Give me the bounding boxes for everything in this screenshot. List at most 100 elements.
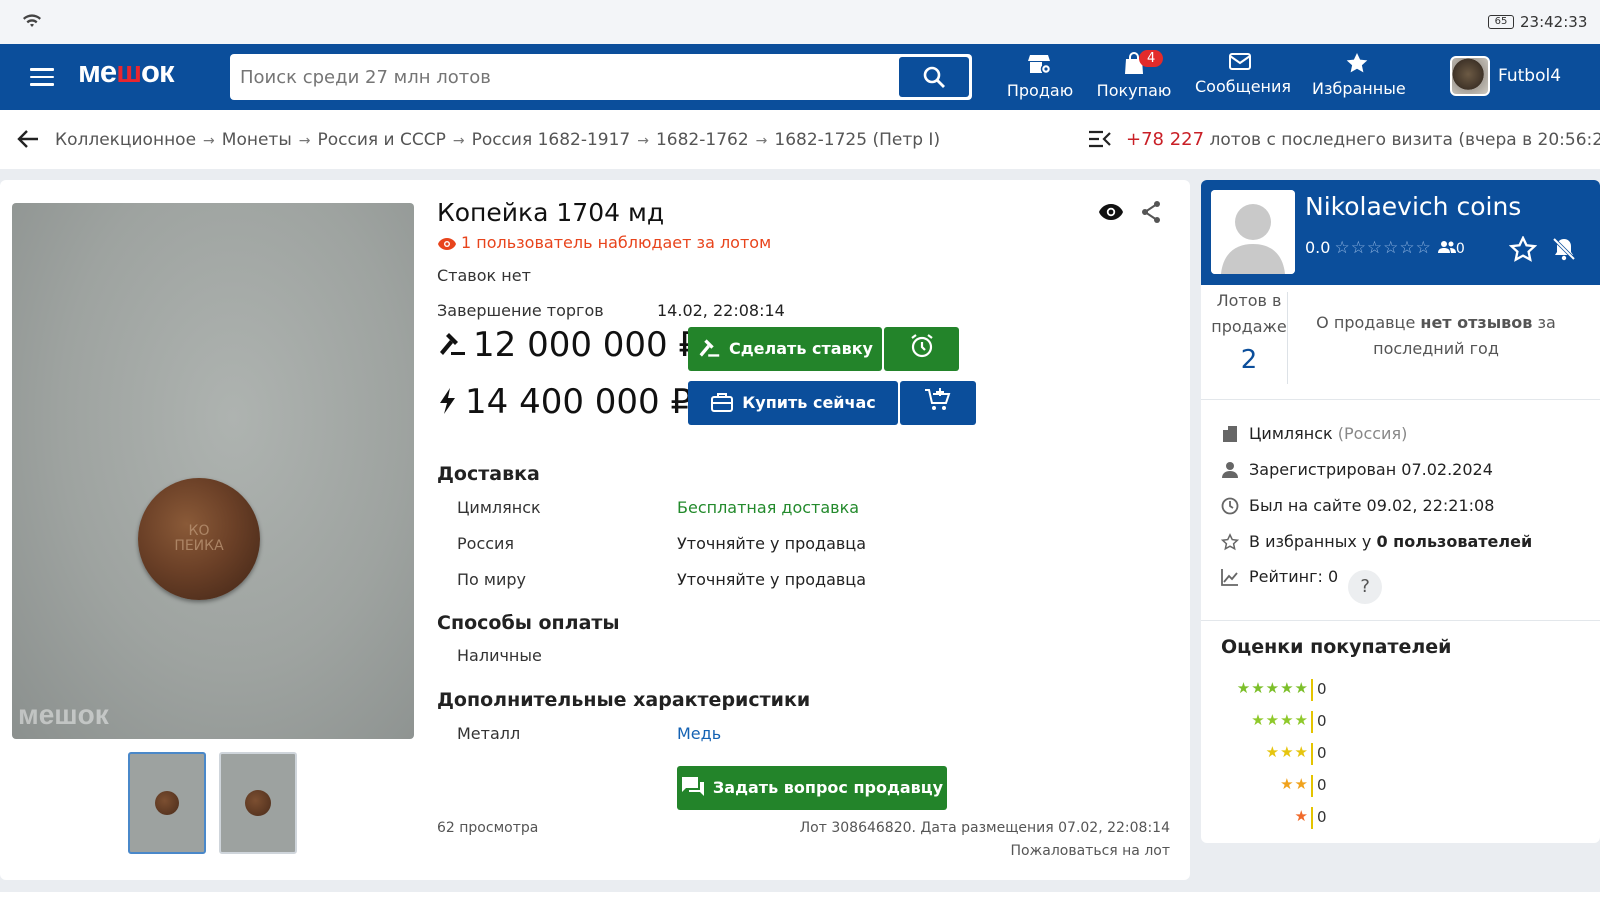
nav-favorites[interactable]: Избранные	[1312, 52, 1406, 98]
extra-characteristics-heading: Дополнительные характеристики	[437, 689, 811, 711]
seller-city: Цимлянск	[1249, 424, 1333, 443]
search-bar	[230, 54, 972, 100]
menu-icon[interactable]	[30, 68, 54, 86]
rating-stars-3: ★★★	[1265, 743, 1309, 761]
auction-end-value: 14.02, 22:08:14	[657, 301, 785, 320]
breadcrumb-item[interactable]: Россия и СССР	[317, 130, 445, 150]
followers-value: 0	[1455, 241, 1465, 257]
buy-now-price: 14 400 000 ₽	[437, 382, 692, 422]
rating-value: 0	[1327, 567, 1339, 586]
rating-row-5: ★★★★★ 0	[1201, 677, 1341, 703]
characteristic-value-link[interactable]: Медь	[677, 724, 721, 743]
search-button[interactable]	[899, 57, 969, 97]
star-outline-icon	[1220, 533, 1240, 551]
share-icon[interactable]	[1140, 200, 1162, 224]
lot-main-photo[interactable]: КО ПЕИКА мешок	[12, 203, 414, 739]
ask-seller-button[interactable]: Задать вопрос продавцу	[677, 766, 947, 810]
lot-info: Лот 308646820. Дата размещения 07.02, 22…	[799, 820, 1170, 836]
site-logo[interactable]: мешок	[78, 54, 174, 90]
new-lots-since-visit[interactable]: +78 227 лотов с последнего визита (вчера…	[1126, 129, 1600, 150]
coin-image: КО ПЕИКА	[138, 478, 260, 600]
breadcrumb-separator: →	[637, 133, 649, 149]
last-seen-label: Был на сайте	[1249, 496, 1362, 515]
payment-method: Наличные	[457, 646, 542, 665]
rating-count: 0	[1317, 680, 1327, 698]
user-silhouette-icon	[1211, 190, 1295, 274]
rating-stars-2: ★★	[1280, 775, 1309, 793]
place-bid-label: Сделать ставку	[729, 339, 873, 358]
registered-label: Зарегистрирован	[1249, 460, 1397, 479]
rating-stars: ☆☆☆☆☆☆	[1334, 238, 1432, 258]
notifications-off-icon[interactable]	[1551, 236, 1577, 262]
lots-for-sale-count[interactable]: 2	[1201, 340, 1297, 380]
bids-status: Ставок нет	[437, 266, 531, 285]
seller-name[interactable]: Nikolaevich coins	[1305, 192, 1521, 221]
collapse-list-icon[interactable]	[1088, 129, 1112, 149]
breadcrumb-item[interactable]: Монеты	[222, 130, 292, 150]
rating-help-button[interactable]: ?	[1348, 570, 1383, 604]
nav-favorites-label: Избранные	[1312, 79, 1406, 98]
seller-rating-row: 0.0 ☆☆☆☆☆☆ 0	[1305, 238, 1465, 258]
person-icon	[1222, 462, 1238, 478]
nav-buy[interactable]: 4 Покупаю	[1089, 50, 1179, 100]
building-icon	[1223, 426, 1237, 442]
nav-sell[interactable]: Продаю	[995, 52, 1085, 100]
watchers-text: 1 пользователь наблюдает за лотом	[461, 233, 772, 252]
top-header: мешок Продаю 4 Покупаю Сообщения Избранн…	[0, 44, 1600, 110]
report-lot-link[interactable]: Пожаловаться на лот	[1011, 843, 1170, 859]
buy-now-button[interactable]: Купить сейчас	[688, 381, 898, 425]
watch-eye-icon[interactable]	[1098, 203, 1124, 221]
nav-sell-label: Продаю	[1006, 81, 1074, 100]
status-bar: 65 23:42:33	[0, 0, 1600, 44]
bid-reminder-button[interactable]	[884, 327, 959, 371]
divider	[1201, 399, 1600, 400]
place-bid-button[interactable]: Сделать ставку	[688, 327, 882, 371]
last-seen-value: 09.02, 22:21:08	[1366, 496, 1495, 515]
breadcrumb-item[interactable]: Россия 1682-1917	[472, 130, 631, 150]
divider	[1287, 292, 1288, 384]
seller-rating: 0.0	[1305, 238, 1331, 257]
seller-last-seen: Был на сайте 09.02, 22:21:08	[1221, 496, 1494, 515]
breadcrumb: Коллекционное → Монеты → Россия и СССР → Росси…	[55, 130, 940, 150]
favorite-seller-star-icon[interactable]	[1509, 236, 1537, 262]
rating-bar	[1311, 679, 1313, 701]
thumbnail-1[interactable]	[128, 752, 206, 854]
lightning-icon	[440, 388, 455, 414]
delivery-value: Уточняйте у продавца	[677, 534, 866, 553]
briefcase-icon	[711, 393, 734, 412]
breadcrumb-bar: Коллекционное → Монеты → Россия и СССР → Росси…	[0, 110, 1600, 169]
breadcrumb-item[interactable]: 1682-1762	[656, 130, 749, 150]
breadcrumb-separator: →	[298, 133, 311, 149]
reviews-bold: нет отзывов	[1420, 313, 1533, 332]
eye-icon	[438, 238, 456, 250]
thumbnail-2[interactable]	[219, 752, 297, 854]
registered-value: 07.02.2024	[1401, 460, 1493, 479]
watchers-info: 1 пользователь наблюдает за лотом	[437, 233, 771, 252]
rating-count: 0	[1317, 744, 1327, 762]
seller-rating-info: Рейтинг: 0?	[1221, 567, 1383, 604]
divider	[1201, 620, 1600, 621]
add-to-cart-button[interactable]	[900, 381, 976, 425]
seller-registered: Зарегистрирован 07.02.2024	[1221, 460, 1493, 479]
breadcrumb-separator: →	[203, 133, 215, 149]
lot-card: КО ПЕИКА мешок Копейка 1704 мд 1 пользов…	[0, 180, 1190, 880]
search-input[interactable]	[240, 54, 880, 100]
delivery-heading: Доставка	[437, 463, 540, 485]
seller-location: Цимлянск (Россия)	[1221, 424, 1407, 443]
nav-messages[interactable]: Сообщения	[1195, 52, 1291, 96]
delivery-value: Бесплатная доставка	[677, 498, 860, 517]
cart-count-badge: 4	[1139, 50, 1164, 67]
favorites-label: В избранных у	[1249, 532, 1372, 551]
rating-row-2: ★★ 0	[1201, 773, 1341, 799]
seller-avatar[interactable]	[1211, 190, 1295, 274]
back-arrow-icon[interactable]	[16, 128, 40, 150]
rating-label: Рейтинг:	[1249, 567, 1323, 586]
auction-end-label: Завершение торгов	[437, 301, 604, 320]
breadcrumb-item[interactable]: Коллекционное	[55, 130, 196, 150]
battery-indicator: 65	[1488, 15, 1514, 29]
coin-thumbnail	[245, 790, 271, 816]
breadcrumb-item[interactable]: 1682-1725 (Петр I)	[774, 130, 940, 150]
buy-now-price-value: 14 400 000 ₽	[465, 382, 693, 422]
add-cart-icon	[925, 388, 951, 410]
rating-count: 0	[1317, 712, 1327, 730]
